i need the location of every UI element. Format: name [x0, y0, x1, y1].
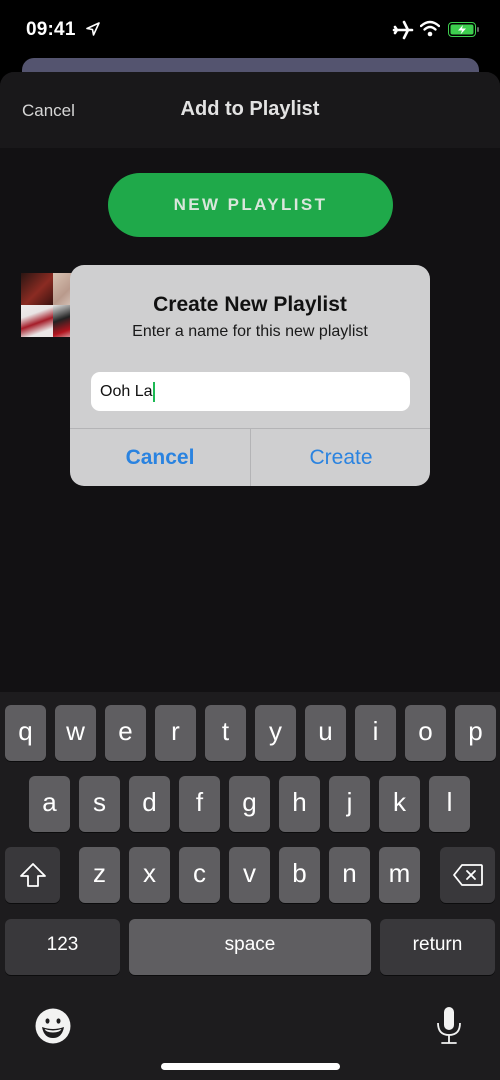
status-time: 09:41 — [26, 19, 76, 40]
key-label: r — [171, 715, 180, 746]
wifi-icon — [420, 20, 440, 37]
status-bar: 09:41 — [0, 0, 500, 60]
key-label: 123 — [46, 934, 79, 955]
key-label: l — [446, 786, 453, 817]
key-u[interactable]: u — [305, 705, 346, 761]
delete-key[interactable] — [440, 847, 495, 903]
key-label: c — [193, 857, 206, 888]
key-label: z — [93, 857, 106, 888]
shift-key[interactable] — [5, 847, 60, 903]
key-k[interactable]: k — [379, 776, 420, 832]
airplane-icon — [392, 20, 414, 40]
artwork-tile — [21, 305, 53, 337]
create-playlist-dialog: Create New Playlist Enter a name for thi… — [70, 265, 430, 486]
key-label: b — [292, 857, 307, 888]
key-j[interactable]: j — [329, 776, 370, 832]
playlist-name-input[interactable]: Ooh La — [91, 372, 410, 411]
home-indicator[interactable] — [161, 1063, 340, 1070]
location-arrow-icon — [86, 22, 100, 36]
key-r[interactable]: r — [155, 705, 196, 761]
key-label: o — [418, 715, 433, 746]
dialog-message: Enter a name for this new playlist — [132, 323, 368, 340]
key-label: v — [243, 857, 256, 888]
key-label: w — [66, 715, 85, 746]
key-label: q — [18, 715, 33, 746]
new-playlist-button[interactable]: NEW PLAYLIST — [108, 173, 393, 237]
emoji-icon[interactable] — [35, 1008, 71, 1044]
key-label: m — [388, 857, 411, 888]
key-o[interactable]: o — [405, 705, 446, 761]
key-c[interactable]: c — [179, 847, 220, 903]
dialog-cancel-button[interactable]: Cancel — [70, 429, 250, 486]
artwork-tile — [21, 273, 53, 305]
sheet-header: Cancel Add to Playlist — [0, 72, 500, 148]
key-label: t — [221, 715, 230, 746]
key-x[interactable]: x — [129, 847, 170, 903]
key-label: k — [393, 786, 406, 817]
key-label: return — [412, 934, 463, 955]
key-label: i — [372, 715, 379, 746]
key-label: a — [42, 786, 57, 817]
key-label: x — [143, 857, 156, 888]
key-label: g — [242, 786, 257, 817]
key-label: n — [342, 857, 357, 888]
text-caret — [153, 381, 156, 402]
key-label: space — [224, 934, 276, 955]
key-h[interactable]: h — [279, 776, 320, 832]
key-label: p — [468, 715, 483, 746]
key-m[interactable]: m — [379, 847, 420, 903]
key-n[interactable]: n — [329, 847, 370, 903]
playlist-artwork[interactable] — [21, 273, 85, 339]
dialog-create-button[interactable]: Create — [251, 429, 430, 486]
key-l[interactable]: l — [429, 776, 470, 832]
key-q[interactable]: q — [5, 705, 46, 761]
key-d[interactable]: d — [129, 776, 170, 832]
sheet-title: Add to Playlist — [180, 98, 320, 120]
key-label: u — [318, 715, 333, 746]
key-label: h — [292, 786, 307, 817]
key-f[interactable]: f — [179, 776, 220, 832]
key-label: y — [269, 715, 282, 746]
key-y[interactable]: y — [255, 705, 296, 761]
key-label: j — [346, 786, 353, 817]
microphone-icon[interactable] — [436, 1006, 462, 1046]
key-t[interactable]: t — [205, 705, 246, 761]
key-s[interactable]: s — [79, 776, 120, 832]
key-label: f — [195, 786, 204, 817]
key-g[interactable]: g — [229, 776, 270, 832]
numbers-key[interactable]: 123 — [5, 919, 120, 975]
input-value: Ooh La — [100, 382, 153, 400]
dialog-title: Create New Playlist — [153, 293, 347, 316]
space-key[interactable]: space — [129, 919, 371, 975]
key-z[interactable]: z — [79, 847, 120, 903]
return-key[interactable]: return — [380, 919, 495, 975]
key-b[interactable]: b — [279, 847, 320, 903]
key-e[interactable]: e — [105, 705, 146, 761]
key-label: d — [142, 786, 157, 817]
key-a[interactable]: a — [29, 776, 70, 832]
key-label: s — [93, 786, 106, 817]
key-v[interactable]: v — [229, 847, 270, 903]
key-p[interactable]: p — [455, 705, 496, 761]
key-w[interactable]: w — [55, 705, 96, 761]
shift-icon — [19, 863, 46, 887]
battery-charging-icon — [448, 22, 479, 37]
backspace-icon — [452, 864, 483, 886]
key-i[interactable]: i — [355, 705, 396, 761]
key-label: e — [118, 715, 133, 746]
